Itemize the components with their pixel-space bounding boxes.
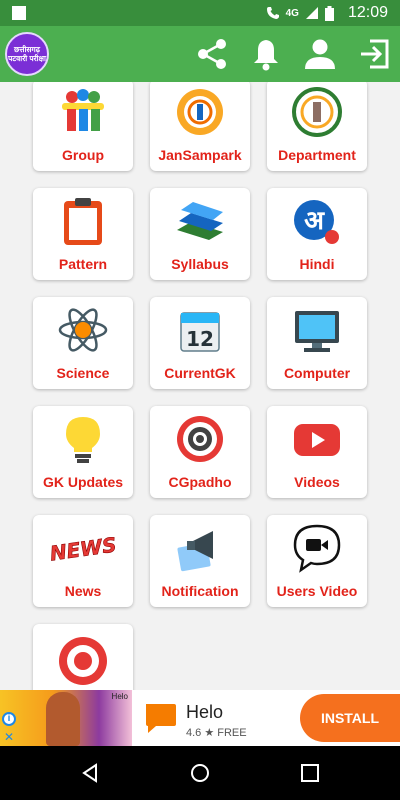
phone-icon [266, 7, 279, 19]
tile-pattern[interactable]: Pattern [33, 188, 133, 280]
info-icon[interactable]: i [2, 712, 16, 726]
hindi-letter-icon: अ [294, 200, 339, 244]
group-people-icon [62, 89, 104, 131]
tile-current-gk[interactable]: 12 CurrentGK [150, 297, 250, 389]
lightbulb-icon [66, 417, 100, 463]
tile-science[interactable]: Science [33, 297, 133, 389]
notification-square-icon [12, 6, 26, 20]
tile-label: GK Updates [42, 474, 124, 490]
tile-cgpadho[interactable]: CGpadho [150, 406, 250, 498]
app-logo[interactable]: छत्तीसगढ़ पटवारी परीक्षा [5, 32, 49, 76]
video-chat-icon [293, 524, 341, 573]
status-bar: 4G 12:09 [0, 0, 400, 26]
tile-label: Syllabus [171, 256, 229, 272]
tile-label: Computer [283, 365, 351, 381]
ad-app-name[interactable]: Helo [186, 702, 223, 723]
tile-label: Group [62, 147, 104, 163]
tile-syllabus[interactable]: Syllabus [150, 188, 250, 280]
ad-banner[interactable]: i ✕ Helo Helo 4.6 ★ FREE INSTALL [0, 690, 400, 746]
youtube-play-icon [294, 424, 340, 456]
tile-label: Videos [294, 474, 340, 490]
ad-rating: 4.6 ★ FREE [186, 727, 247, 739]
target-circle-icon [177, 416, 223, 462]
megaphone-icon [177, 531, 213, 572]
tile-label: News [64, 583, 102, 599]
target-logo-icon [59, 637, 107, 685]
books-icon [177, 202, 223, 240]
svg-text:NEWS: NEWS [48, 532, 118, 565]
tile-hindi[interactable]: अ Hindi [267, 188, 367, 280]
signal-icon [305, 7, 318, 19]
tile-label: Hindi [299, 256, 335, 272]
menu-grid: Group JanSampark Department Pattern Syll… [0, 82, 400, 690]
account-icon[interactable] [302, 36, 338, 72]
close-icon[interactable]: ✕ [4, 730, 14, 744]
calendar-icon: 12 [180, 312, 220, 352]
atom-icon [58, 308, 108, 352]
bell-icon[interactable] [248, 36, 284, 72]
tile-users-video[interactable]: Users Video [267, 515, 367, 607]
tile-label: Department [278, 147, 356, 163]
tile-label: Pattern [58, 256, 108, 272]
ad-person-image [46, 692, 80, 746]
ad-brand-tag: Helo [111, 692, 128, 701]
tile-label: Science [56, 365, 110, 381]
tile-label: Notification [161, 583, 239, 599]
news-icon: NEWS [48, 532, 118, 566]
tile-computer[interactable]: Computer [267, 297, 367, 389]
system-nav-bar [0, 746, 400, 800]
tile-label: JanSampark [158, 147, 242, 163]
share-icon[interactable] [194, 36, 230, 72]
exit-icon[interactable] [356, 36, 392, 72]
ad-image[interactable]: i ✕ Helo [0, 690, 132, 746]
tile-target[interactable] [33, 624, 133, 690]
svg-text:अ: अ [304, 206, 325, 236]
recents-icon[interactable] [300, 763, 320, 783]
install-button[interactable]: INSTALL [300, 694, 400, 742]
tile-group[interactable]: Group [33, 82, 133, 171]
clock: 12:09 [347, 4, 388, 21]
clipboard-icon [64, 198, 102, 245]
tile-notification[interactable]: Notification [150, 515, 250, 607]
monitor-icon [295, 311, 339, 352]
app-bar: छत्तीसगढ़ पटवारी परीक्षा [0, 26, 400, 82]
tile-department[interactable]: Department [267, 82, 367, 171]
back-icon[interactable] [80, 763, 100, 783]
tile-label: Users Video [276, 583, 358, 599]
government-seal-icon [292, 87, 342, 137]
tile-news[interactable]: NEWS News [33, 515, 133, 607]
tile-label: CGpadho [168, 474, 232, 490]
network-type-label: 4G [285, 7, 299, 19]
helo-app-icon[interactable] [140, 698, 180, 738]
svg-text:12: 12 [186, 327, 214, 351]
tile-gk-updates[interactable]: GK Updates [33, 406, 133, 498]
home-icon[interactable] [190, 763, 210, 783]
tile-jansampark[interactable]: JanSampark [150, 82, 250, 171]
jansampark-emblem-icon [177, 89, 223, 135]
tile-label: CurrentGK [164, 365, 236, 381]
battery-icon [324, 5, 334, 21]
tile-videos[interactable]: Videos [267, 406, 367, 498]
